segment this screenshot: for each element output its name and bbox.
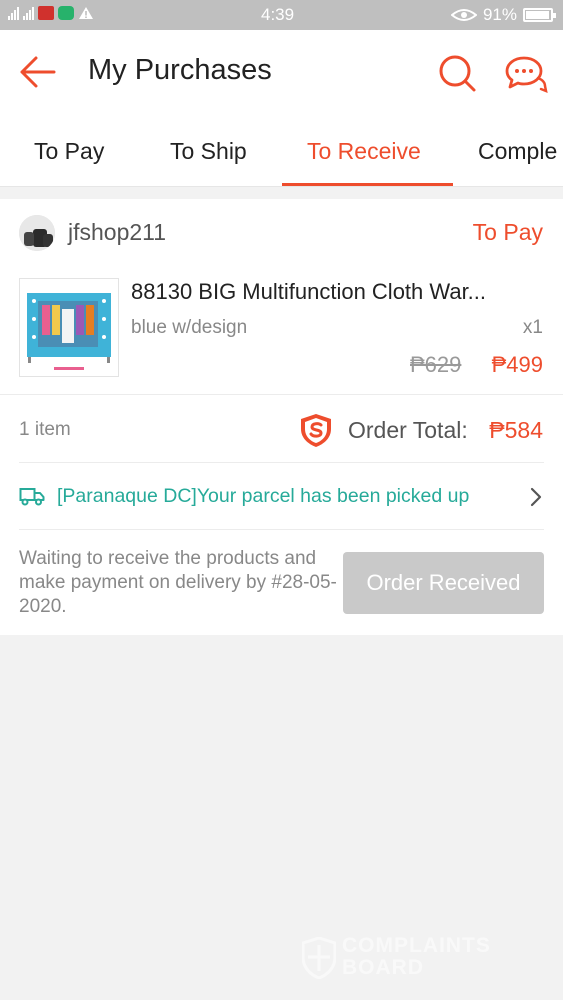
order-total-value: ₱584 <box>489 417 543 443</box>
tab-completed[interactable]: Comple <box>478 138 557 165</box>
back-arrow-icon <box>20 56 56 88</box>
order-total-label: Order Total: <box>348 417 468 443</box>
page-title: My Purchases <box>88 54 272 86</box>
product-variant: blue w/design <box>131 317 248 338</box>
order-tabs: To Pay To Ship To Receive Comple <box>0 115 563 187</box>
active-tab-indicator <box>282 183 453 186</box>
divider <box>0 394 563 395</box>
search-button[interactable] <box>436 52 478 94</box>
notification-icon <box>38 6 54 20</box>
chat-button[interactable] <box>504 52 548 94</box>
tab-to-receive[interactable]: To Receive <box>307 138 421 165</box>
app-bar: My Purchases <box>0 30 563 115</box>
shield-logo-icon <box>302 937 336 979</box>
shield-icon <box>301 414 331 447</box>
watermark-logo: COMPLAINTS BOARD <box>302 935 532 981</box>
sale-price: ₱499 <box>491 352 543 377</box>
back-button[interactable] <box>18 52 58 92</box>
warning-icon <box>79 7 93 19</box>
chat-icon <box>505 56 548 94</box>
order-card[interactable]: jfshop211 To Pay 88130 BIG Multifunction… <box>0 199 563 635</box>
divider <box>19 529 544 530</box>
battery-percent: 91% <box>482 5 517 24</box>
status-bar: 4:39 91% <box>0 0 563 30</box>
battery-icon <box>523 8 556 22</box>
product-image <box>19 278 119 377</box>
signal-icon <box>8 6 19 20</box>
truck-icon <box>19 488 45 506</box>
chevron-right-icon[interactable] <box>528 486 544 508</box>
delivery-note: Waiting to receive the products and make… <box>19 548 337 617</box>
eye-icon <box>450 9 477 21</box>
search-icon <box>439 55 476 92</box>
watermark-line2: BOARD <box>342 956 424 979</box>
chat-app-icon <box>58 6 74 20</box>
item-count: 1 item <box>19 419 71 440</box>
order-status: To Pay <box>472 219 543 245</box>
tab-to-ship[interactable]: To Ship <box>170 138 247 165</box>
signal-icon-2 <box>23 6 34 20</box>
tab-to-pay[interactable]: To Pay <box>34 138 104 165</box>
status-time: 4:39 <box>261 5 295 24</box>
watermark-line1: COMPLAINTS <box>342 934 491 957</box>
shop-name[interactable]: jfshop211 <box>68 219 166 246</box>
shop-avatar <box>19 215 55 251</box>
product-quantity: x1 <box>522 317 543 338</box>
tracking-status[interactable]: [Paranaque DC]Your parcel has been picke… <box>57 485 469 508</box>
order-received-button[interactable]: Order Received <box>343 552 544 614</box>
original-price: ₱629 <box>410 352 462 377</box>
product-name[interactable]: 88130 BIG Multifunction Cloth War... <box>131 279 543 305</box>
